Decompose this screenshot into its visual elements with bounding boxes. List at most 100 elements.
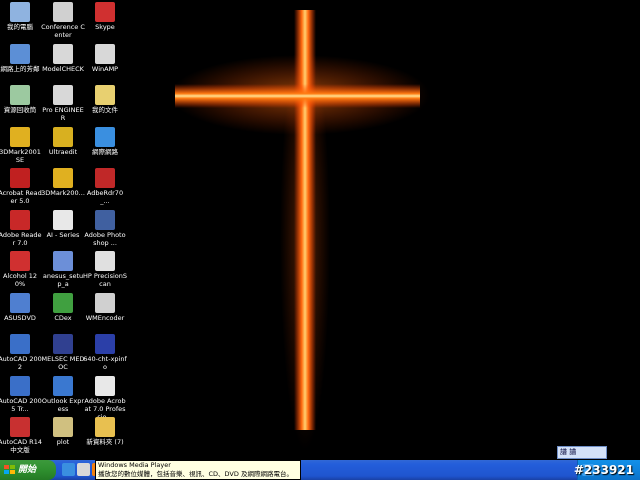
desktop-icon[interactable]: ModelCHECK <box>41 43 85 73</box>
desktop-icon[interactable]: ASUSDVD <box>0 292 42 322</box>
desktop-icon[interactable]: Adobe Photoshop ... <box>83 209 127 247</box>
cdex-icon <box>53 292 73 313</box>
language-bar[interactable]: 譜 譜 <box>557 446 607 459</box>
modelcheck-icon <box>53 43 73 64</box>
desktop-icon-label: 3DMark200... <box>41 189 85 197</box>
desktop-icon[interactable]: 新資料夾 (7) <box>83 417 127 446</box>
hp-icon <box>95 334 115 354</box>
desktop-icon[interactable]: Alcohol 120% <box>0 251 42 288</box>
skype-icon <box>95 2 115 22</box>
desktop-icon[interactable]: plot <box>41 417 85 446</box>
desktop-icon[interactable]: AdbeRdr70_... <box>83 168 127 205</box>
desktop-icon[interactable]: Adobe Reader 7.0 <box>0 209 42 247</box>
plot-icon <box>53 417 73 437</box>
desktop-icon-label: ASUSDVD <box>4 313 36 322</box>
start-label: 開始 <box>18 465 37 475</box>
desktop-icon[interactable]: Adobe Acrobat 7.0 Professio... <box>83 375 127 421</box>
cross-horizontal-beam <box>175 84 420 108</box>
desktop-icon[interactable]: Conference Center <box>41 2 85 39</box>
proe-icon <box>53 85 73 105</box>
desktop-icon[interactable]: CDex <box>41 292 85 322</box>
recycle-bin-icon <box>10 85 30 105</box>
desktop-icon[interactable]: 我的電腦 <box>0 2 42 31</box>
tooltip-text: 播放您的數位媒體，包括音樂、視訊、CD、DVD 及網際網路電台。 <box>98 470 293 478</box>
computer-icon <box>10 2 30 22</box>
desktop-icon-label: Skype <box>95 23 115 31</box>
folder-icon <box>95 417 115 437</box>
desktop-icon[interactable]: AutoCAD R14 中文版 <box>0 417 42 454</box>
3dmark-icon <box>10 126 30 147</box>
desktop-icon[interactable]: 我的文件 <box>83 85 127 114</box>
clock: #233921 <box>573 463 634 477</box>
desktop-icon[interactable]: 3DMark2001 SE <box>0 126 42 164</box>
wmencoder-icon <box>95 292 115 313</box>
desktop-icon[interactable]: Pro ENGINEER <box>41 85 85 122</box>
alcohol-icon <box>10 251 30 271</box>
desktop-icon-label: WMEncoder <box>85 313 125 322</box>
desktop-icon-label: Pro ENGINEER <box>42 106 84 122</box>
desktop-icon-label: ModelCHECK <box>42 64 84 73</box>
start-button[interactable]: 開始 <box>0 460 56 480</box>
scanner-icon <box>95 251 115 271</box>
desktop-icon[interactable]: 網路上的芳鄰 <box>0 43 42 73</box>
desktop-icon-label: 資源回收筒 <box>3 106 37 114</box>
cross-vertical-beam <box>294 10 316 430</box>
network-icon <box>10 43 30 64</box>
my-documents-icon <box>95 85 115 105</box>
desktop-icon[interactable]: anesus_setup_a <box>41 251 85 288</box>
desktop-icon[interactable]: MELSEC MEDOC <box>41 334 85 371</box>
desktop-icon[interactable]: 3DMark200... <box>41 168 85 197</box>
desktop-icon[interactable]: 網際網路 <box>83 126 127 156</box>
3dmark-icon <box>53 168 73 188</box>
desktop-icon[interactable]: Ultraedit <box>41 126 85 156</box>
desktop-icon-label: Conference Center <box>41 23 85 39</box>
setup-icon <box>53 251 73 271</box>
show-desktop-icon[interactable] <box>77 463 90 476</box>
windows-logo-icon <box>4 465 15 475</box>
autocad-icon <box>10 334 30 354</box>
winamp-icon <box>95 43 115 64</box>
desktop-icon-label: Ultraedit <box>48 147 78 156</box>
desktop-icon[interactable]: 資源回收筒 <box>0 85 42 114</box>
desktop-icon[interactable]: Outlook Express <box>41 375 85 413</box>
dvd-icon <box>10 292 30 313</box>
desktop-icon-label: AI - Series <box>46 230 80 239</box>
desktop-icon[interactable]: WinAMP <box>83 43 127 73</box>
desktop-icon-label: CDex <box>54 313 72 322</box>
desktop-icon[interactable]: Skype <box>83 2 127 31</box>
desktop-icon-label: 網際網路 <box>92 147 118 156</box>
desktop-icon[interactable]: Acrobat Reader 5.0 <box>0 168 42 205</box>
desktop-icon-label: 新資料夾 (7) <box>86 438 124 446</box>
desktop-icon-label: Outlook Express <box>41 396 85 413</box>
desktop-icon[interactable]: AutoCAD 2002 <box>0 334 42 371</box>
desktop-icon-label: 我的電腦 <box>7 23 33 31</box>
ultraedit-icon <box>53 126 73 147</box>
desktop-icon-label: MELSEC MEDOC <box>41 355 85 371</box>
desktop-icon[interactable]: AutoCAD 2005 Tr... <box>0 375 42 413</box>
desktop-icon[interactable]: AI - Series <box>41 209 85 239</box>
desktop-icon-label: Adobe Photoshop ... <box>84 230 126 247</box>
outlook-icon <box>53 375 73 396</box>
desktop[interactable]: 我的電腦網路上的芳鄰 資源回收筒 3DMark2001 SE Acrobat Read… <box>0 0 640 460</box>
desktop-icon[interactable]: 640-cht-xpinfo <box>83 334 127 371</box>
adobe-reader-icon <box>10 209 30 230</box>
autocad-icon <box>10 375 30 396</box>
desktop-icon[interactable]: HP PrecisionScan <box>83 251 127 288</box>
desktop-icon-label: Alcohol 120% <box>2 272 38 288</box>
acrobat-pro-icon <box>95 375 115 396</box>
desktop-icon-label: 我的文件 <box>92 106 118 114</box>
document-icon <box>53 209 73 230</box>
desktop-icon-label: Adobe Reader 7.0 <box>0 230 42 247</box>
ie-quicklaunch-icon[interactable] <box>62 463 75 476</box>
desktop-icon[interactable]: WMEncoder <box>83 292 127 322</box>
adobe-setup-icon <box>95 168 115 188</box>
desktop-icon-label: Acrobat Reader 5.0 <box>0 189 42 205</box>
desktop-icon-label: 網路上的芳鄰 <box>0 64 40 73</box>
desktop-icon-label: HP PrecisionScan <box>83 272 128 288</box>
desktop-icon-label: AutoCAD 2005 Tr... <box>0 396 42 413</box>
media-player-tooltip: Windows Media Player 播放您的數位媒體，包括音樂、視訊、CD… <box>95 460 301 480</box>
photoshop-icon <box>95 209 115 230</box>
desktop-icon-label: 640-cht-xpinfo <box>83 355 127 371</box>
desktop-icon-label: 3DMark2001 SE <box>0 147 41 164</box>
internet-explorer-icon <box>95 126 115 147</box>
